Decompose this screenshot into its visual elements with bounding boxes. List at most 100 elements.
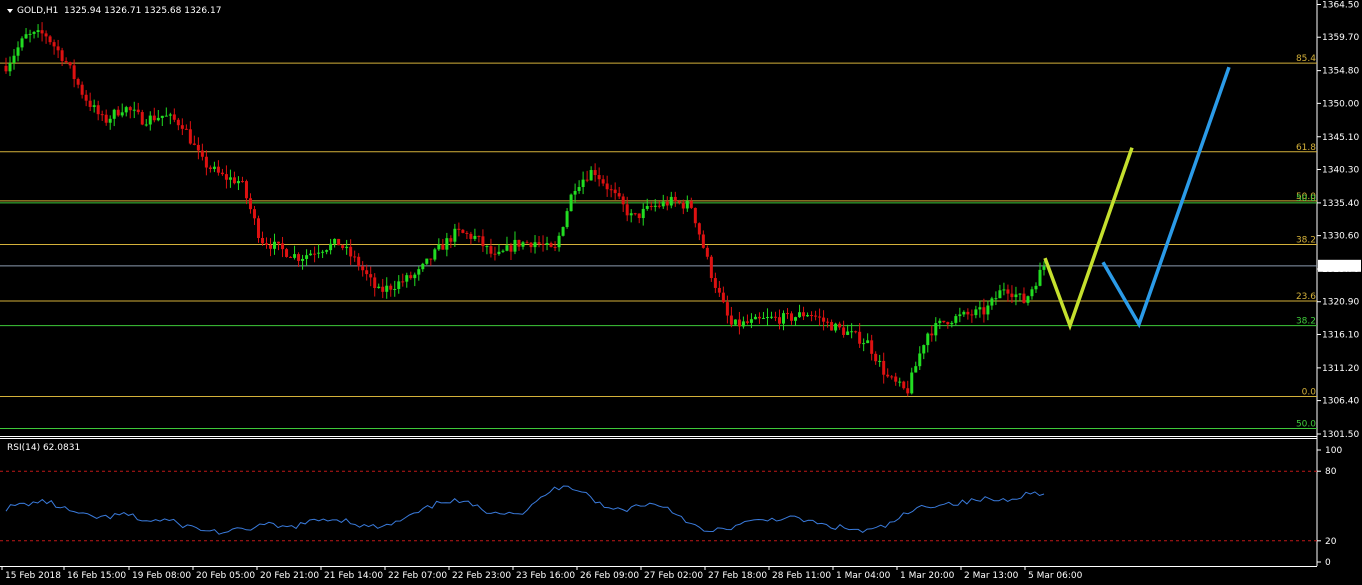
price-tick-label: 1325.70 [1322,265,1359,275]
candle-body [521,242,525,247]
candle-body [44,33,48,37]
candle-body [425,258,429,264]
candle-body [465,232,469,234]
candle-body [978,307,982,310]
price-tick-label: 1306.40 [1322,397,1359,407]
candle-body [858,331,862,344]
candle-body [40,30,44,34]
candle-body [834,323,838,331]
candle-body [88,100,92,107]
candle-body [301,258,305,261]
candle-body [942,320,946,323]
candle-body [1022,293,1026,303]
candle-body [677,201,681,203]
candle-body [24,34,28,39]
candle-body [281,243,285,250]
time-tick-label: 20 Feb 21:00 [260,571,319,581]
candle-body [826,321,830,323]
candle-body [361,266,365,271]
candle-body [8,63,12,72]
candle-body [537,242,541,244]
candle-body [818,316,822,318]
time-tick-label: 21 Feb 14:00 [324,571,383,581]
candle-body [277,241,281,244]
chart-canvas: GOLD,H1 1325.94 1326.71 1325.68 1326.17 … [0,0,1362,585]
candle-body [553,246,557,248]
candle-body [894,376,898,382]
candle-body [124,107,128,113]
fib-level-label: 23.6 [1296,292,1316,302]
candle-body [285,249,289,257]
candle-body [20,38,24,48]
fib-level-label: 38.2 [1296,235,1316,245]
candle-body [273,241,277,249]
candle-body [665,201,669,206]
candle-body [481,236,485,247]
candle-body [132,109,136,111]
candle-body [473,235,477,239]
candle-body [974,309,978,316]
time-tick-label: 15 Feb 2018 [5,571,61,581]
candle-body [777,317,781,324]
candle-body [906,388,910,394]
candle-body [637,213,641,219]
candle-body [838,323,842,328]
candle-body [589,170,593,181]
candle-body [353,256,357,258]
candle-body [870,340,874,354]
candle-body [962,311,966,315]
candle-body [721,292,725,303]
candle-body [786,313,790,315]
candle-body [216,166,220,173]
candle-body [1030,289,1034,297]
fib-level-label: 50.0 [1296,420,1316,430]
candle-body [581,179,585,188]
candle-body [898,381,902,383]
time-tick-label: 23 Feb 16:00 [516,571,575,581]
candle-body [381,286,385,292]
candle-body [168,114,172,116]
candle-body [822,317,826,322]
fib-level-label: 0.0 [1302,388,1317,398]
candle-body [609,189,613,191]
candle-body [681,202,685,209]
candle-body [509,245,513,252]
time-tick-label: 5 Mar 06:00 [1028,571,1083,581]
candle-body [156,117,160,121]
candle-body [357,256,361,267]
ohlc-values: 1325.94 1326.71 1325.68 1326.17 [64,6,221,16]
candle-body [397,281,401,289]
candle-body [745,321,749,323]
time-tick-label: 27 Feb 02:00 [644,571,703,581]
candle-body [393,288,397,290]
candle-body [673,196,677,202]
rsi-label: RSI(14) 62.0831 [7,443,80,453]
candle-body [958,314,962,317]
candle-body [429,258,433,260]
candle-body [244,181,248,199]
time-tick-label: 22 Feb 23:00 [452,571,511,581]
candle-body [874,353,878,362]
price-tick-label: 1350.00 [1322,99,1359,109]
candle-body [866,340,870,344]
candle-body [212,166,216,169]
candle-body [757,316,761,319]
candle-body [192,143,196,145]
candle-body [781,313,785,324]
candle-body [842,327,846,335]
candle-body [72,65,76,80]
candle-body [725,302,729,316]
price-tick-label: 1364.50 [1322,1,1359,11]
candle-body [926,333,930,346]
candle-body [477,235,481,237]
candle-body [297,254,301,261]
price-tick-label: 1301.50 [1322,430,1359,440]
candle-body [922,345,926,354]
candle-body [385,285,389,292]
candle-body [773,316,777,318]
candle-body [850,331,854,333]
candle-body [52,42,56,47]
candle-body [449,238,453,242]
candle-body [116,109,120,116]
candle-body [405,275,409,282]
